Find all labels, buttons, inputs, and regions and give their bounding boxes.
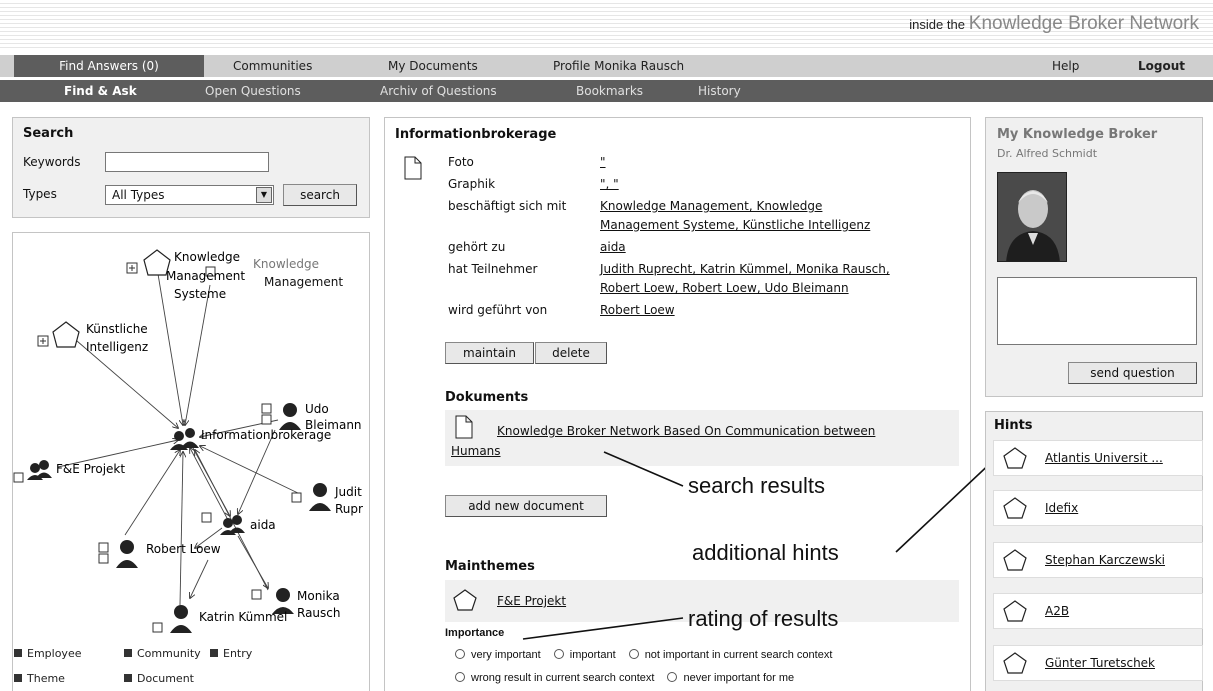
hint-item[interactable]: Idefix bbox=[993, 490, 1203, 526]
pentagon-icon bbox=[1003, 447, 1027, 469]
broker-avatar bbox=[997, 172, 1067, 262]
pentagon-icon bbox=[1003, 549, 1027, 571]
hint-link[interactable]: Günter Turetschek bbox=[1045, 656, 1155, 670]
annotation-search-results: search results bbox=[688, 473, 825, 498]
hint-item[interactable]: Günter Turetschek bbox=[993, 645, 1203, 681]
send-question-button[interactable]: send question bbox=[1068, 362, 1197, 384]
hint-link[interactable]: A2B bbox=[1045, 604, 1069, 618]
annotation-additional-hints: additional hints bbox=[692, 540, 839, 565]
hint-link[interactable]: Atlantis Universit ... bbox=[1045, 451, 1163, 465]
pentagon-icon bbox=[1003, 497, 1027, 519]
pentagon-icon bbox=[1003, 600, 1027, 622]
annotation-rating: rating of results bbox=[688, 606, 839, 631]
question-input[interactable] bbox=[997, 277, 1197, 345]
hint-item[interactable]: A2B bbox=[993, 593, 1203, 629]
hint-item[interactable]: Stephan Karczewski bbox=[993, 542, 1203, 578]
hints-title: Hints bbox=[994, 418, 1033, 433]
broker-name: Dr. Alfred Schmidt bbox=[997, 147, 1098, 160]
hint-link[interactable]: Stephan Karczewski bbox=[1045, 553, 1165, 567]
pentagon-icon bbox=[1003, 652, 1027, 674]
broker-title: My Knowledge Broker bbox=[997, 127, 1158, 142]
hint-item[interactable]: Atlantis Universit ... bbox=[993, 440, 1203, 476]
hint-link[interactable]: Idefix bbox=[1045, 501, 1078, 515]
